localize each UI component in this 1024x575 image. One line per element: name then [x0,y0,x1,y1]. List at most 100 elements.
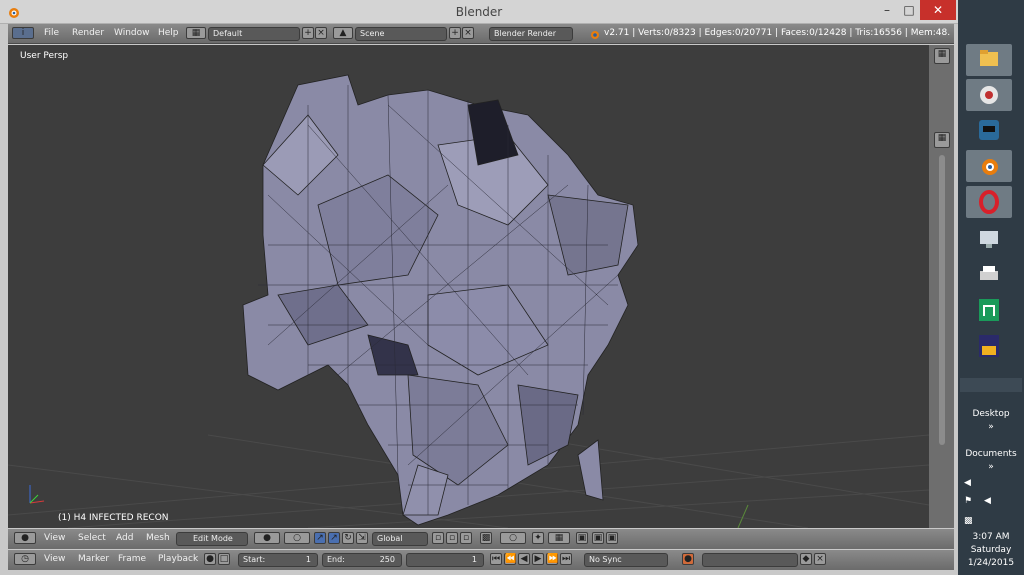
taskbar-file-explorer[interactable] [966,44,1012,76]
timeline-menu-frame[interactable]: Frame [118,554,146,564]
current-frame-field[interactable]: 1 [406,553,484,567]
active-object-label: (1) H4 INFECTED RECON [58,513,169,523]
end-frame-field[interactable]: End: 250 [322,553,402,567]
play-icon[interactable]: ▶ [532,553,544,565]
remove-scene-icon[interactable]: × [462,27,474,39]
edge-select-icon[interactable]: ▫ [446,532,458,544]
mode-dropdown[interactable]: Edit Mode [176,532,248,546]
scrollbar[interactable] [939,155,945,445]
title-bar: Blender – □ ✕ [0,0,958,24]
prev-keyframe-icon[interactable]: ⏪ [504,553,516,565]
jump-end-icon[interactable]: ⏭ [560,553,572,565]
desktop-chevron-icon[interactable]: » [958,422,1024,432]
proportional-edit-icon[interactable]: ○ [500,532,526,544]
outliner-icon[interactable]: ▦ [934,132,950,148]
3d-view-header: ● View Select Add Mesh Edit Mode ● ○ ↗ ↗… [8,529,954,549]
network-signal-icon[interactable]: ▩ [958,516,1024,526]
viewport-canvas[interactable] [8,45,929,528]
taskbar-scroll-strip[interactable] [960,378,1022,392]
maximize-button[interactable]: □ [898,0,920,20]
menu-help[interactable]: Help [158,28,179,38]
add-layout-icon[interactable]: + [302,27,314,39]
start-frame-field[interactable]: Start: 1 [238,553,318,567]
documents-toolbar-label[interactable]: Documents [958,449,1024,459]
end-label: End: [327,555,345,564]
menu-mesh[interactable]: Mesh [146,533,170,543]
head-mesh[interactable] [242,74,639,526]
record-icon[interactable]: ● [682,553,694,565]
menu-select[interactable]: Select [78,533,106,543]
clock-date[interactable]: 1/24/2015 [958,558,1024,568]
taskbar-app-6[interactable] [966,224,1012,256]
taskbar-app-8[interactable] [966,294,1012,326]
snap-toggle-icon[interactable]: ✦ [532,532,544,544]
clock-time[interactable]: 3:07 AM [958,532,1024,542]
lock-range-icon[interactable]: □ [218,553,230,565]
opengl-anim-icon[interactable]: ▣ [606,532,618,544]
timeline-menu-playback[interactable]: Playback [158,554,198,564]
jump-start-icon[interactable]: ⏮ [490,553,502,565]
vertex-select-icon[interactable]: ▫ [432,532,444,544]
taskbar-app-7[interactable] [966,259,1012,291]
timeline-header: ◷ View Marker Frame Playback ● □ Start: … [8,550,954,570]
next-keyframe-icon[interactable]: ⏩ [546,553,558,565]
taskbar-opera[interactable] [966,186,1012,218]
volume-icon[interactable]: ◀ [958,496,1024,506]
remove-layout-icon[interactable]: × [315,27,327,39]
app-scissors-icon [979,335,999,357]
clock-day[interactable]: Saturday [958,545,1024,555]
documents-chevron-icon[interactable]: » [958,462,1024,472]
opengl-render-icon[interactable]: ▣ [592,532,604,544]
insert-keyframe-icon[interactable]: ◆ [800,553,812,565]
timeline-menu-view[interactable]: View [44,554,65,564]
info-header: i File Render Window Help ▦ Default + × … [8,24,954,44]
start-label: Start: [243,555,266,564]
editor-type-icon[interactable]: ● [14,532,36,544]
manipulator-icon[interactable]: ↗ [314,532,326,544]
taskbar-app-9[interactable] [966,330,1012,362]
menu-window[interactable]: Window [114,28,150,38]
translate-icon[interactable]: ↗ [328,532,340,544]
play-reverse-icon[interactable]: ◀ [518,553,530,565]
render-preview-icon[interactable]: ▣ [576,532,588,544]
close-button[interactable]: ✕ [920,0,956,20]
scene-icon[interactable]: ▲ [333,27,353,39]
face-select-icon[interactable]: ▫ [460,532,472,544]
shading-dropdown-icon[interactable]: ● [254,532,280,544]
3d-viewport[interactable]: User Persp (1) H4 INFECTED RECON [8,45,929,528]
timeline-menu-marker[interactable]: Marker [78,554,109,564]
screen-layout-field[interactable]: Default [208,27,300,41]
occlude-geometry-icon[interactable]: ▩ [480,532,492,544]
menu-file[interactable]: File [44,28,59,38]
snap-element-icon[interactable]: ▦ [548,532,570,544]
folder-icon [980,50,998,66]
taskbar-blender[interactable] [966,150,1012,182]
rotate-icon[interactable]: ↻ [342,532,354,544]
desktop-toolbar-label[interactable]: Desktop [958,409,1024,419]
sync-dropdown[interactable]: No Sync [584,553,668,567]
taskbar-app-2[interactable] [966,79,1012,111]
pivot-dropdown-icon[interactable]: ○ [284,532,310,544]
taskbar-app-3[interactable] [966,114,1012,146]
view-perspective-label: User Persp [20,51,69,61]
info-editor-type-icon[interactable]: i [12,27,34,39]
render-engine-dropdown[interactable]: Blender Render [489,27,573,41]
right-panel-strip: ▦ ▦ [929,45,954,528]
keying-set-field[interactable] [702,553,798,567]
orientation-dropdown[interactable]: Global [372,532,428,546]
menu-view[interactable]: View [44,533,65,543]
scale-icon[interactable]: ⇲ [356,532,368,544]
show-hidden-icons-icon[interactable]: ◀ [958,478,1024,488]
screen-layout-icon[interactable]: ▦ [186,27,206,39]
delete-keyframe-icon[interactable]: × [814,553,826,565]
scene-field[interactable]: Scene [355,27,447,41]
menu-add[interactable]: Add [116,533,133,543]
y-axis-line [737,504,749,528]
minimize-button[interactable]: – [876,0,898,20]
add-scene-icon[interactable]: + [449,27,461,39]
menu-render[interactable]: Render [72,28,104,38]
preview-range-icon[interactable]: ● [204,553,216,565]
properties-icon[interactable]: ▦ [934,48,950,64]
start-value: 1 [305,555,311,564]
timeline-editor-icon[interactable]: ◷ [14,553,36,565]
